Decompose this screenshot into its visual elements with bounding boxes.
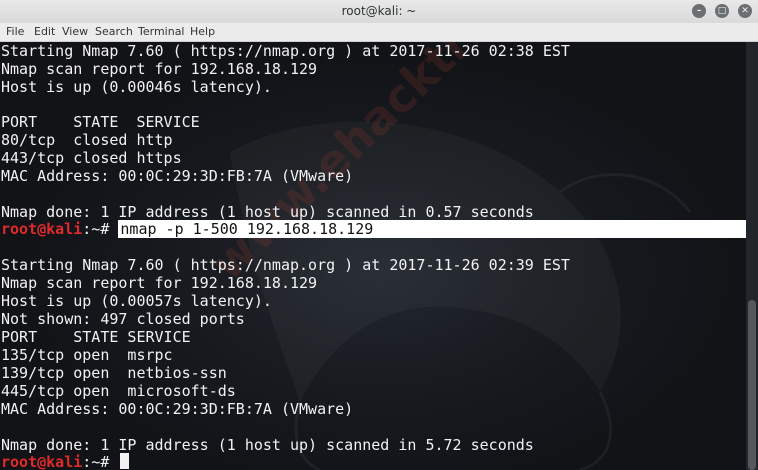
output-line: PORT STATE SERVICE [1, 328, 191, 346]
menu-help[interactable]: Help [190, 25, 215, 38]
output-line: 135/tcp open msrpc [1, 346, 173, 364]
close-icon[interactable]: ✕ [738, 4, 752, 18]
terminal-output[interactable]: www.ehacktrick.in Starting Nmap 7.60 ( h… [0, 42, 746, 470]
window-title: root@kali: ~ [341, 4, 417, 18]
scrollbar-thumb[interactable] [748, 300, 756, 470]
prompt-symbol: :~# [82, 220, 110, 238]
prompt-symbol: :~# [82, 453, 110, 470]
output-line: MAC Address: 00:0C:29:3D:FB:7A (VMware) [1, 167, 354, 185]
text-cursor [120, 453, 130, 469]
prompt-user: root@kali [1, 220, 83, 238]
menu-search[interactable]: Search [95, 25, 133, 38]
menu-view[interactable]: View [62, 25, 88, 38]
output-line: 80/tcp closed http [1, 131, 173, 149]
output-line: Nmap scan report for 192.168.18.129 [1, 274, 318, 292]
output-line: 443/tcp closed https [1, 149, 182, 167]
output-line: Host is up (0.00046s latency). [1, 78, 272, 96]
output-line: Not shown: 497 closed ports [1, 310, 245, 328]
output-line: Nmap scan report for 192.168.18.129 [1, 60, 318, 78]
output-line: 139/tcp open netbios-ssn [1, 364, 227, 382]
output-line: Nmap done: 1 IP address (1 host up) scan… [1, 203, 534, 221]
output-line: MAC Address: 00:0C:29:3D:FB:7A (VMware) [1, 400, 354, 418]
output-line: Starting Nmap 7.60 ( https://nmap.org ) … [1, 42, 570, 60]
menu-file[interactable]: File [6, 25, 24, 38]
output-line: Host is up (0.00057s latency). [1, 292, 272, 310]
prompt-user: root@kali [1, 453, 83, 470]
output-line: PORT STATE SERVICE [1, 113, 200, 131]
menu-edit[interactable]: Edit [34, 25, 55, 38]
title-bar[interactable]: root@kali: ~ – □ ✕ [0, 0, 758, 24]
command-text: nmap -p 1-500 192.168.18.129 [118, 220, 376, 238]
terminal-window: root@kali: ~ – □ ✕ File Edit View Search… [0, 0, 758, 470]
prompt-line[interactable]: root@kali:~# [1, 453, 130, 470]
minimize-icon[interactable]: – [692, 4, 706, 18]
command-line: root@kali:~# nmap -p 1-500 192.168.18.12… [1, 220, 376, 238]
menu-terminal[interactable]: Terminal [138, 25, 185, 38]
output-line: Starting Nmap 7.60 ( https://nmap.org ) … [1, 256, 570, 274]
maximize-icon[interactable]: □ [715, 4, 729, 18]
scrollbar[interactable] [746, 42, 758, 470]
output-line: Nmap done: 1 IP address (1 host up) scan… [1, 436, 534, 454]
output-line: 445/tcp open microsoft-ds [1, 382, 236, 400]
menu-bar: File Edit View Search Terminal Help [0, 23, 758, 42]
